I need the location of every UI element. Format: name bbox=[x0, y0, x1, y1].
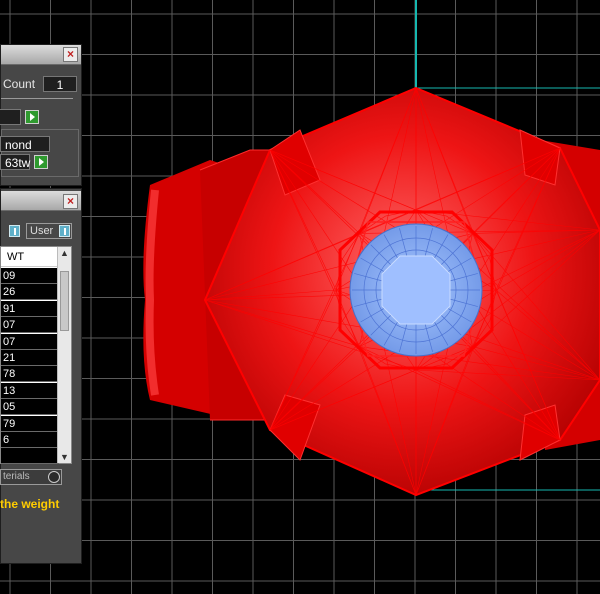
table-row[interactable]: 91 bbox=[1, 300, 59, 317]
stone-table[interactable]: WT 09 26 91 07 07 21 78 13 05 79 6 ▲ ▼ bbox=[0, 246, 72, 465]
close-icon[interactable]: × bbox=[63, 194, 78, 209]
table-row[interactable]: 26 bbox=[1, 284, 59, 301]
gem-apply-button[interactable] bbox=[34, 155, 48, 169]
table-row[interactable]: 21 bbox=[1, 350, 59, 366]
table-scrollbar[interactable]: ▲ ▼ bbox=[57, 247, 71, 463]
table-row[interactable]: 09 bbox=[1, 268, 59, 284]
table-row[interactable]: 78 bbox=[1, 366, 59, 383]
divider bbox=[1, 98, 73, 99]
gemstone bbox=[349, 223, 483, 357]
hint-text: the weight bbox=[0, 497, 60, 511]
tab-user-label: User bbox=[30, 225, 54, 237]
materials-label: terials bbox=[3, 471, 30, 482]
table-row[interactable]: 6 bbox=[1, 432, 59, 448]
column-header-wt[interactable]: WT bbox=[1, 247, 59, 267]
apply-button[interactable] bbox=[25, 110, 39, 124]
count-field[interactable]: 1 bbox=[43, 76, 77, 92]
materials-radio[interactable] bbox=[48, 471, 60, 483]
scroll-thumb[interactable] bbox=[60, 271, 69, 331]
close-icon[interactable]: × bbox=[63, 47, 78, 62]
table-row[interactable] bbox=[1, 448, 59, 465]
gem-name-field[interactable]: nond bbox=[0, 136, 50, 152]
info-icon[interactable] bbox=[9, 225, 20, 237]
option-field[interactable] bbox=[0, 109, 21, 125]
gem-group: nond 63tw bbox=[0, 129, 79, 177]
scroll-up-icon[interactable]: ▲ bbox=[58, 247, 71, 259]
table-row[interactable]: 07 bbox=[1, 317, 59, 334]
gem-weight-field[interactable]: 63tw bbox=[0, 154, 30, 170]
table-row[interactable]: 07 bbox=[1, 333, 59, 350]
table-row[interactable]: 13 bbox=[1, 382, 59, 399]
table-row[interactable]: 05 bbox=[1, 399, 59, 416]
tool-panel-top: × Count 1 nond 63tw bbox=[0, 44, 82, 186]
scroll-down-icon[interactable]: ▼ bbox=[58, 451, 71, 463]
count-label: Count bbox=[3, 77, 36, 91]
info-icon[interactable] bbox=[59, 225, 70, 237]
3d-viewport[interactable] bbox=[0, 0, 600, 594]
viewport-canvas[interactable] bbox=[0, 0, 600, 594]
tab-row: User bbox=[1, 222, 81, 242]
tab-user[interactable]: User bbox=[26, 223, 72, 239]
table-row[interactable]: 79 bbox=[1, 415, 59, 432]
